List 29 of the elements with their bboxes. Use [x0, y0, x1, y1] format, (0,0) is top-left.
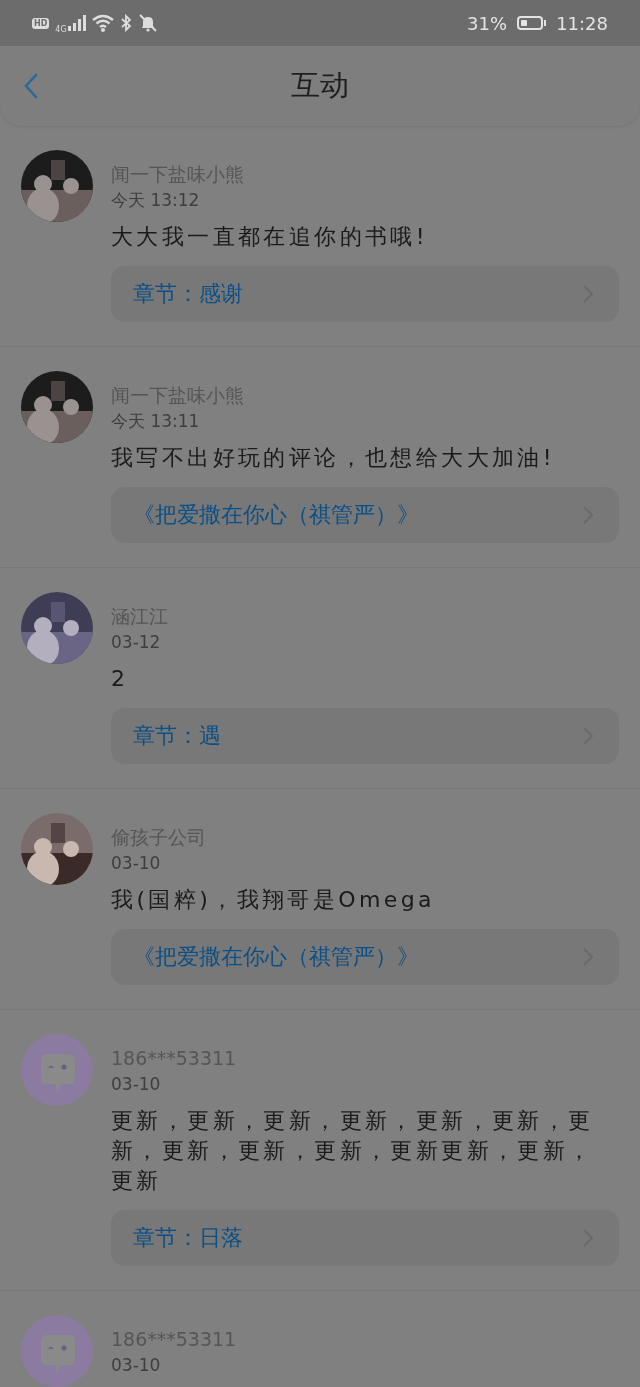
comment-text: 我(国粹)，我翔哥是Omega [111, 886, 436, 914]
battery-icon [517, 16, 544, 30]
muted-bell-icon [137, 14, 158, 32]
wifi-icon [91, 14, 114, 32]
comment-text: 我写不出好玩的评论，也想给大大加油! [111, 444, 557, 472]
bluetooth-icon [119, 14, 132, 32]
page-title: 互动 [291, 67, 349, 104]
source-link[interactable]: 章节：感谢 [111, 266, 619, 322]
comment-time: 03-10 [111, 1073, 161, 1096]
comment-time: 03-10 [111, 852, 161, 875]
back-icon [24, 73, 38, 99]
source-link[interactable]: 章节：日落 [111, 1210, 619, 1266]
comment-text: 更新，更新，更新，更新，更新，更新，更新，更新，更新，更新，更新更新，更新，更新 [111, 1107, 595, 1195]
comment-time: 今天 13:12 [111, 189, 200, 212]
chat-bubble-avatar-icon [21, 1034, 93, 1106]
comment-text: 大大我一直都在追你的书哦! [111, 223, 430, 251]
clock-time: 11:28 [556, 12, 608, 34]
source-link[interactable]: 《把爱撒在你心（祺管严）》 [111, 929, 619, 985]
hd-badge: HD [32, 17, 50, 29]
back-button[interactable] [24, 73, 38, 99]
source-link[interactable]: 《把爱撒在你心（祺管严）》 [111, 487, 619, 543]
network-label: 4G [55, 24, 67, 34]
battery-percent: 31% [467, 12, 508, 34]
comment-time: 03-10 [111, 1354, 161, 1377]
source-link[interactable]: 章节：遇 [111, 708, 619, 764]
signal-icon [67, 15, 86, 31]
comment-time: 03-12 [111, 631, 161, 654]
comment-time: 今天 13:11 [111, 410, 200, 433]
comment-text: 2 [111, 665, 130, 693]
